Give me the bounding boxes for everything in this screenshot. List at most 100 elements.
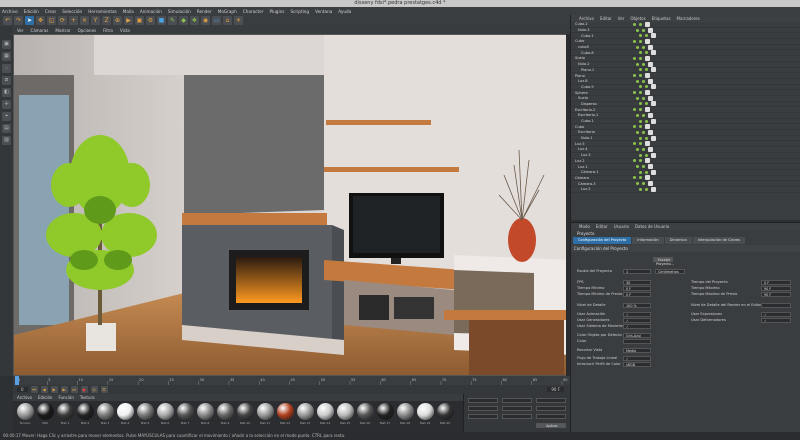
axis-mode-icon[interactable]: ✛ (2, 100, 11, 109)
visibility-dot-icon[interactable] (639, 51, 642, 55)
render-dot-icon[interactable] (639, 176, 642, 180)
material-swatch[interactable]: Mat.16 (356, 403, 374, 430)
render-dot-icon[interactable] (642, 45, 645, 49)
undo-icon[interactable]: ↶ (3, 16, 12, 25)
render-dot-icon[interactable] (645, 170, 648, 174)
attr-menu-modo[interactable]: Modo (579, 224, 590, 229)
texture-tag-icon[interactable] (645, 175, 650, 181)
deformer-icon[interactable]: ◉ (201, 16, 210, 25)
attribute-value-field[interactable]: ✓ (623, 318, 651, 323)
vp-menu-vista[interactable]: Vista (120, 28, 130, 33)
obj-menu-editar[interactable]: Editar (600, 16, 612, 21)
attribute-value-field[interactable]: ✓ (761, 312, 791, 317)
render-dot-icon[interactable] (642, 182, 645, 186)
material-swatch[interactable]: Mat.20 (436, 403, 454, 430)
attribute-value-field[interactable]: 90 F (761, 292, 791, 297)
attribute-value-field[interactable]: 0 F (623, 292, 651, 297)
material-swatch[interactable]: Mat.4 (116, 403, 134, 430)
vp-menu-opciones[interactable]: Opciones (78, 28, 97, 33)
attribute-value-field[interactable] (761, 303, 791, 308)
texture-tag-icon[interactable] (645, 90, 650, 96)
obj-menu-objetos[interactable]: Objetos (630, 16, 645, 21)
visibility-dot-icon[interactable] (633, 74, 636, 78)
texture-tag-icon[interactable] (648, 44, 653, 50)
attr-menu-usuario[interactable]: Usuario (614, 224, 629, 229)
tab-project-settings[interactable]: Configuración del Proyecto (573, 237, 632, 244)
material-swatch[interactable]: Mat.5 (136, 403, 154, 430)
texture-tag-icon[interactable] (651, 186, 656, 192)
texture-tag-icon[interactable] (651, 33, 656, 39)
scale-project-button[interactable]: Escalar Proyecto... (653, 257, 674, 266)
visibility-dot-icon[interactable] (633, 142, 636, 146)
texture-tag-icon[interactable] (648, 146, 653, 152)
visibility-dot-icon[interactable] (639, 85, 642, 89)
render-dot-icon[interactable] (642, 147, 645, 151)
material-swatch[interactable]: Mat.18 (396, 403, 414, 430)
end-frame-field[interactable]: 90 F (547, 387, 564, 392)
obj-menu-marcadores[interactable]: Marcadores (677, 16, 700, 21)
move-tool-icon[interactable]: ✥ (36, 16, 45, 25)
texture-tag-icon[interactable] (648, 95, 653, 101)
play-icon[interactable]: ▶ (50, 386, 58, 393)
mat-menu-funcion[interactable]: Función (58, 395, 73, 400)
y-axis-icon[interactable]: Y (91, 16, 100, 25)
attr-menu-editar[interactable]: Editar (596, 224, 608, 229)
select-tool-icon[interactable]: ➤ (25, 16, 34, 25)
texture-tag-icon[interactable] (645, 124, 650, 130)
recent-tool-icon[interactable]: + (69, 16, 78, 25)
texture-tag-icon[interactable] (645, 55, 650, 61)
autokey-icon[interactable]: ◎ (90, 386, 98, 393)
material-swatch[interactable]: Mat.6 (156, 403, 174, 430)
material-swatch[interactable]: Mat.14 (316, 403, 334, 430)
render-dot-icon[interactable] (639, 74, 642, 78)
texture-tag-icon[interactable] (651, 169, 656, 175)
size-z-field[interactable] (502, 414, 532, 419)
attribute-value-field[interactable] (623, 339, 651, 344)
render-dot-icon[interactable] (642, 165, 645, 169)
obj-menu-archivo[interactable]: Archivo (579, 16, 594, 21)
render-dot-icon[interactable] (642, 96, 645, 100)
unit-dropdown[interactable]: Centímetros (655, 269, 685, 274)
visibility-dot-icon[interactable] (636, 62, 639, 66)
render-dot-icon[interactable] (639, 125, 642, 129)
snap-icon[interactable]: ⌖ (2, 112, 11, 121)
visibility-dot-icon[interactable] (636, 113, 639, 117)
visibility-dot-icon[interactable] (639, 68, 642, 72)
3d-viewport[interactable] (13, 34, 570, 376)
material-swatch[interactable]: Mat.10 (236, 403, 254, 430)
redo-icon[interactable]: ↷ (14, 16, 23, 25)
texture-tag-icon[interactable] (645, 107, 650, 113)
rot-h-field[interactable] (536, 398, 566, 403)
cube-icon[interactable]: ■ (157, 16, 166, 25)
coord-system-icon[interactable]: ⊕ (113, 16, 122, 25)
visibility-dot-icon[interactable] (639, 119, 642, 123)
material-swatch[interactable]: Mat.3 (96, 403, 114, 430)
visibility-dot-icon[interactable] (636, 165, 639, 169)
polygons-mode-icon[interactable]: ◧ (2, 88, 11, 97)
menu-ventana[interactable]: Ventana (315, 9, 332, 14)
attribute-value-field[interactable]: 30 (623, 280, 651, 285)
visibility-dot-icon[interactable] (633, 125, 636, 129)
render-dot-icon[interactable] (645, 68, 648, 72)
render-dot-icon[interactable] (639, 91, 642, 95)
attribute-value-field[interactable]: sRGB (623, 362, 651, 367)
vp-menu-mostrar[interactable]: Mostrar (55, 28, 70, 33)
attribute-value-field[interactable]: 0 F (623, 286, 651, 291)
floor-icon[interactable]: ▭ (212, 16, 221, 25)
menu-animacion[interactable]: Animación (140, 9, 162, 14)
material-swatch[interactable]: Mat.15 (336, 403, 354, 430)
visibility-dot-icon[interactable] (639, 170, 642, 174)
material-swatch[interactable]: Mat.19 (416, 403, 434, 430)
mat-menu-archivo[interactable]: Archivo (17, 395, 32, 400)
size-x-field[interactable] (502, 398, 532, 403)
render-dot-icon[interactable] (645, 85, 648, 89)
render-dot-icon[interactable] (639, 56, 642, 60)
subdivision-icon[interactable]: ◆ (179, 16, 188, 25)
texture-tag-icon[interactable] (648, 164, 653, 170)
menu-edicion[interactable]: Edición (24, 9, 39, 14)
render-picture-icon[interactable]: ▣ (135, 16, 144, 25)
rot-p-field[interactable] (536, 406, 566, 411)
texture-mode-icon[interactable]: ▦ (2, 52, 11, 61)
material-swatch[interactable]: Mat.9 (216, 403, 234, 430)
workplane-icon[interactable]: ▤ (2, 124, 11, 133)
